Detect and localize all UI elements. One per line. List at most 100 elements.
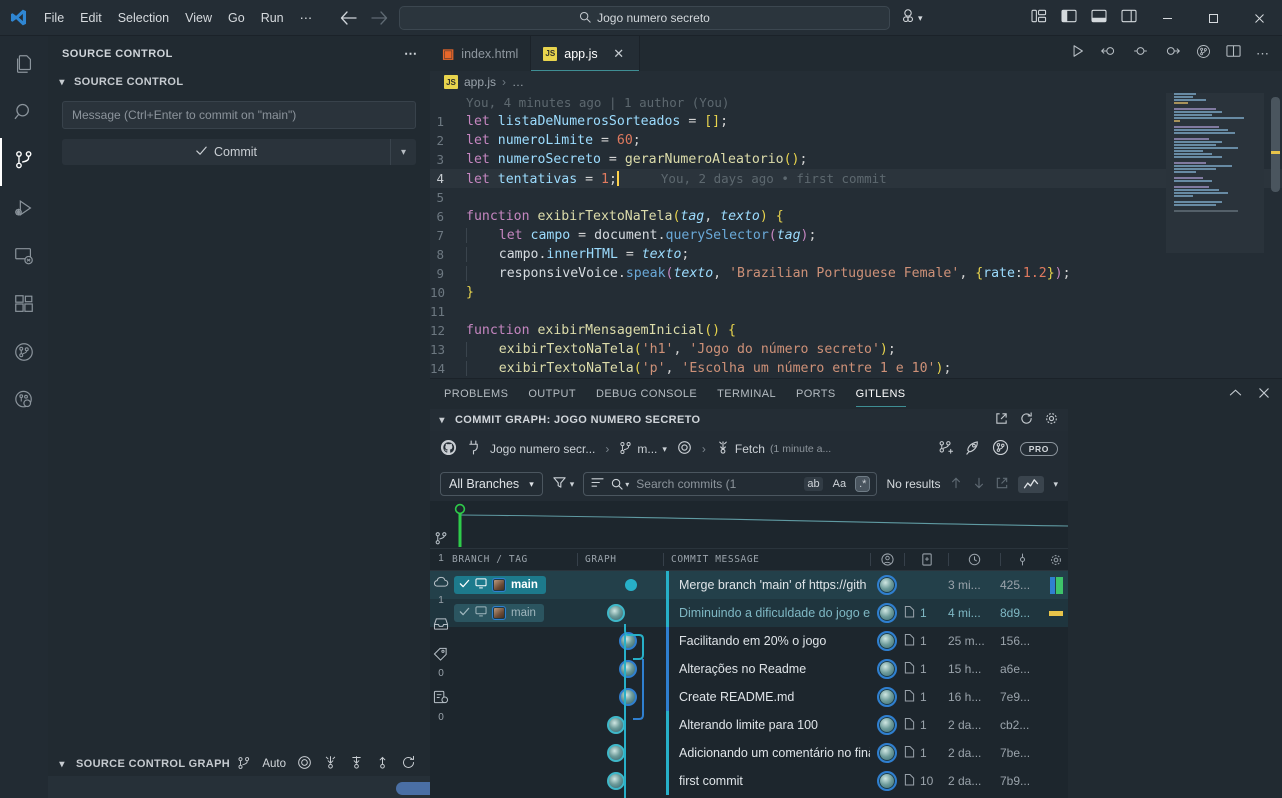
commit-message[interactable]: Adicionando um comentário no finà <box>669 746 870 760</box>
commit-node-avatar[interactable] <box>607 604 625 622</box>
code-line[interactable]: 5 <box>430 188 1282 207</box>
worktree-icon[interactable] <box>433 690 449 710</box>
sidebar-more-actions[interactable]: ⋯ <box>404 46 418 62</box>
avatar[interactable] <box>877 659 897 679</box>
run-step-icon[interactable] <box>1132 44 1149 63</box>
code-line[interactable]: 1 let listaDeNumerosSorteados = []; <box>430 112 1282 131</box>
use-regex-toggle[interactable]: .* <box>855 476 871 492</box>
commit-message-input[interactable]: Message (Ctrl+Enter to commit on "main") <box>62 101 416 129</box>
search-commits-input[interactable]: ▾ Search commits (1 ab Aa .* <box>583 472 878 496</box>
avatar[interactable] <box>877 631 897 651</box>
cloud-icon[interactable] <box>433 575 449 593</box>
run-step-back-icon[interactable] <box>1100 44 1117 63</box>
fetch-icon[interactable] <box>349 755 364 773</box>
tab-gitlens[interactable]: GITLENS <box>855 379 906 409</box>
avatar[interactable] <box>877 771 897 791</box>
column-date-icon[interactable] <box>949 553 1000 566</box>
editor-scrollbar[interactable] <box>1268 93 1282 378</box>
tab-ports[interactable]: PORTS <box>796 379 836 409</box>
code-line[interactable]: 3 let numeroSecreto = gerarNumeroAleatori… <box>430 150 1282 169</box>
avatar[interactable] <box>877 687 897 707</box>
arrow-left-icon[interactable] <box>340 10 357 25</box>
tab-terminal[interactable]: TERMINAL <box>717 379 776 409</box>
menu-edit[interactable]: Edit <box>72 7 110 29</box>
code-line[interactable]: 13 exibirTextoNaTela('h1', 'Jogo do núme… <box>430 340 1282 359</box>
branch-create-icon[interactable] <box>938 440 954 459</box>
close-button[interactable] <box>1236 0 1282 36</box>
tab-index-html[interactable]: ▣ index.html <box>430 36 532 71</box>
sidebar-item-search[interactable] <box>0 90 48 138</box>
sidebar-item-source-control[interactable] <box>0 138 48 186</box>
close-icon[interactable]: ✕ <box>611 46 627 62</box>
table-row[interactable]: Alterando limite para 100 1 2 da... cb2... <box>430 711 1068 739</box>
rocket-icon[interactable] <box>965 440 981 459</box>
branch-icon[interactable] <box>434 531 449 551</box>
avatar[interactable] <box>877 715 897 735</box>
minimap[interactable] <box>1166 93 1264 378</box>
code-line[interactable]: 14 exibirTextoNaTela('p', 'Escolha um nú… <box>430 359 1282 378</box>
commit-graph-header[interactable]: ▾ COMMIT GRAPH: JOGO NUMERO SECRETO <box>430 409 1068 431</box>
commit-message[interactable]: Alterando limite para 100 <box>669 718 870 732</box>
open-external-icon[interactable] <box>995 476 1009 493</box>
customize-layout-icon[interactable] <box>1031 9 1047 28</box>
commit-dropdown-button[interactable]: ▾ <box>390 139 416 165</box>
graph-minimap[interactable] <box>430 501 1068 549</box>
menu-more[interactable]: ⋯ <box>292 6 321 29</box>
column-author-icon[interactable] <box>871 553 904 566</box>
menu-view[interactable]: View <box>177 7 220 29</box>
table-row[interactable]: main Merge branch 'main' of https://gith 3… <box>430 571 1068 599</box>
stash-icon[interactable] <box>433 617 449 636</box>
target-icon[interactable] <box>677 440 692 458</box>
toggle-panel-icon[interactable] <box>1091 9 1107 28</box>
minimap-slider[interactable] <box>1166 93 1264 253</box>
column-commit-message[interactable]: COMMIT MESSAGE <box>664 554 870 565</box>
table-row[interactable]: main Diminuindo a dificuldade do jogo e 1 4… <box>430 599 1068 627</box>
menu-go[interactable]: Go <box>220 7 253 29</box>
close-icon[interactable] <box>1258 387 1270 402</box>
target-icon[interactable] <box>297 755 312 773</box>
arrow-right-icon[interactable] <box>371 10 388 25</box>
branches-filter-select[interactable]: All Branches ▾ <box>440 472 543 496</box>
commit-message[interactable]: Create README.md <box>669 690 870 704</box>
code-line[interactable]: 2 let numeroLimite = 60; <box>430 131 1282 150</box>
commit-node-avatar[interactable] <box>607 744 625 762</box>
tab-debug-console[interactable]: DEBUG CONSOLE <box>596 379 697 409</box>
code-line[interactable]: 7 let campo = document.querySelector(tag… <box>430 226 1282 245</box>
commit-node-avatar[interactable] <box>619 632 637 650</box>
chevron-down-icon[interactable]: ▾ <box>1053 479 1058 490</box>
avatar[interactable] <box>877 603 897 623</box>
tag-icon[interactable] <box>433 647 449 666</box>
avatar[interactable] <box>877 743 897 763</box>
scrollbar-thumb[interactable] <box>1271 97 1280 192</box>
menu-selection[interactable]: Selection <box>110 7 177 29</box>
code-line[interactable]: 11 <box>430 302 1282 321</box>
sidebar-item-gitlens-inspect[interactable] <box>0 378 48 426</box>
avatar[interactable] <box>877 575 897 595</box>
table-row[interactable]: Adicionando um comentário no finà 1 2 da..… <box>430 739 1068 767</box>
repo-name[interactable]: Jogo numero secr... <box>490 442 595 456</box>
table-row[interactable]: first commit 10 2 da... 7b9... <box>430 767 1068 795</box>
tab-output[interactable]: OUTPUT <box>528 379 576 409</box>
toggle-primary-sidebar-icon[interactable] <box>1061 9 1077 28</box>
breadcrumb-rest[interactable]: … <box>512 75 524 89</box>
commit-node-avatar[interactable] <box>619 660 637 678</box>
branch-pill[interactable]: main <box>454 604 544 622</box>
run-icon[interactable] <box>1071 44 1085 63</box>
plug-icon[interactable] <box>467 440 480 458</box>
column-sha-icon[interactable] <box>1001 553 1044 566</box>
sidebar-item-remote-explorer[interactable] <box>0 234 48 282</box>
commit-message[interactable]: Facilitando em 20% o jogo <box>669 634 870 648</box>
tab-problems[interactable]: PROBLEMS <box>444 379 508 409</box>
gitlens-icon[interactable] <box>1196 44 1211 64</box>
code-line[interactable]: 9 responsiveVoice.speak(texto, 'Brazilia… <box>430 264 1282 283</box>
graph-minimap-toggle[interactable] <box>1018 475 1045 493</box>
tab-app-js[interactable]: JS app.js ✕ <box>531 36 640 71</box>
menu-file[interactable]: File <box>36 7 72 29</box>
branch-selector[interactable]: m... ▾ <box>619 441 667 458</box>
table-row[interactable]: Facilitando em 20% o jogo 1 25 m... 156... <box>430 627 1068 655</box>
sidebar-item-explorer[interactable] <box>0 42 48 90</box>
arrow-down-icon[interactable] <box>972 476 986 493</box>
column-branch-tag[interactable]: BRANCH / TAG <box>452 554 577 565</box>
refresh-icon[interactable] <box>401 755 416 773</box>
maximize-button[interactable] <box>1190 0 1236 36</box>
